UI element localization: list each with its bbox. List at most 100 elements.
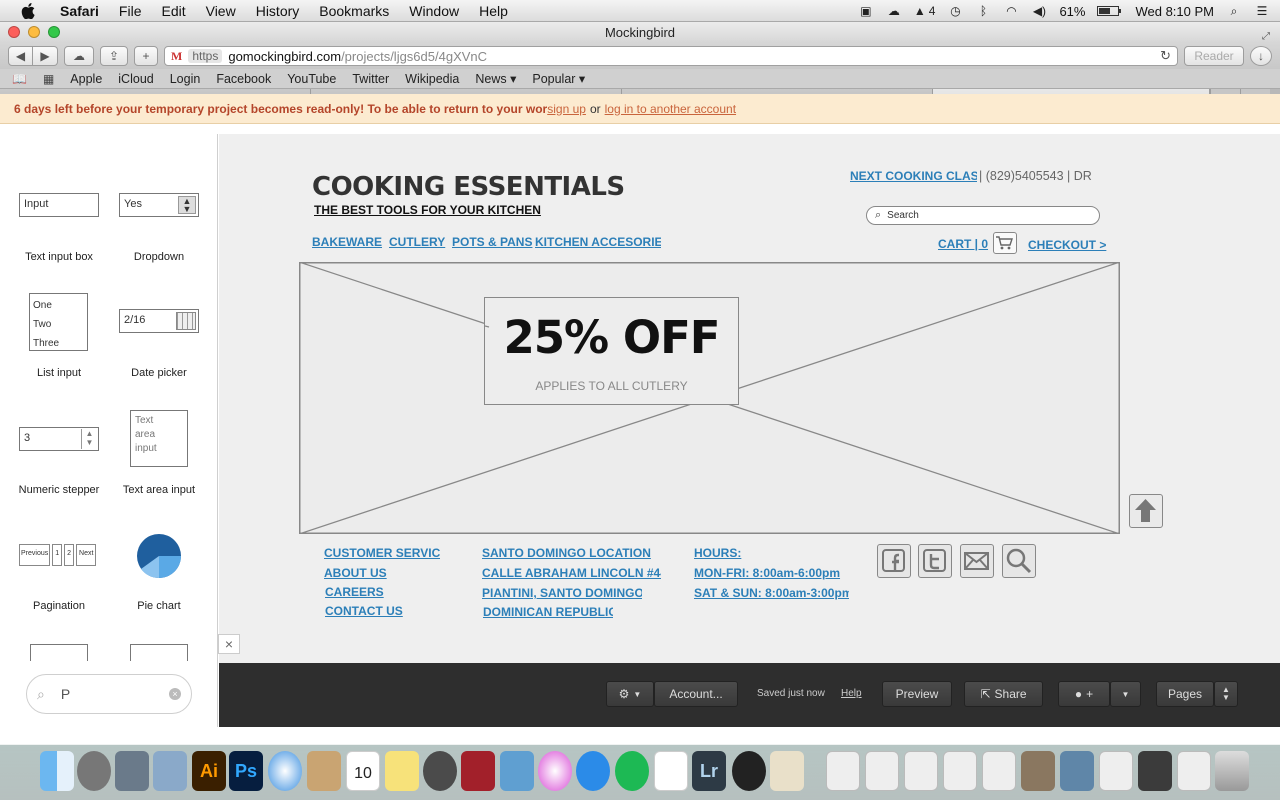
share-button[interactable]: ⇪: [100, 46, 128, 66]
photo-app-icon[interactable]: [461, 751, 495, 791]
footer-location-title[interactable]: SANTO DOMINGO LOCATION: [482, 546, 651, 560]
address-bar[interactable]: M https gomockingbird.com/projects/ljgs6…: [164, 46, 1178, 66]
bookmark-apple[interactable]: Apple: [70, 72, 102, 86]
bluetooth-icon[interactable]: ᛒ: [975, 4, 991, 18]
cart-icon[interactable]: [993, 232, 1017, 254]
minimized-window-10[interactable]: [1177, 751, 1211, 791]
downloads-icon[interactable]: ↓: [1250, 46, 1272, 66]
footer-customer-service[interactable]: CUSTOMER SERVICE: [324, 546, 440, 560]
spotlight-icon[interactable]: ⌕: [1226, 4, 1242, 18]
phone-text[interactable]: | (829)5405543 | DR: [979, 169, 1092, 183]
bookmark-login[interactable]: Login: [170, 72, 201, 86]
dropdown-widget[interactable]: Yes ▲ ▼: [119, 193, 199, 217]
top-sites-icon[interactable]: ▦: [43, 72, 54, 86]
bookmark-youtube[interactable]: YouTube: [287, 72, 336, 86]
settings-menu-button[interactable]: ⚙ ▼: [606, 681, 654, 707]
pie-chart-widget[interactable]: [137, 534, 181, 579]
new-tab-button[interactable]: +: [134, 46, 158, 66]
promo-headline[interactable]: 25% OFF: [484, 311, 739, 364]
fullscreen-icon[interactable]: ⤢: [1260, 26, 1272, 42]
footer-contact-us[interactable]: CONTACT US: [325, 604, 403, 618]
nav-cutlery[interactable]: CUTLERY: [389, 235, 445, 249]
help-link[interactable]: Help: [841, 688, 862, 699]
minimized-window-1[interactable]: [826, 751, 860, 791]
list-input-widget[interactable]: One Two Three: [29, 293, 88, 351]
bookmark-wikipedia[interactable]: Wikipedia: [405, 72, 459, 86]
pages-button[interactable]: Pages: [1156, 681, 1214, 707]
footer-address-line3[interactable]: DOMINICAN REPUBLIC: [483, 605, 613, 619]
menu-safari[interactable]: Safari: [50, 0, 109, 22]
close-window-button[interactable]: [8, 26, 20, 38]
text-input-widget[interactable]: Input: [19, 193, 99, 217]
preview-button[interactable]: Preview: [882, 681, 952, 707]
checkout-link[interactable]: CHECKOUT >: [1028, 238, 1106, 252]
widget-search-box[interactable]: ⌕ P ×: [26, 674, 192, 714]
trash-icon[interactable]: [1215, 751, 1249, 791]
footer-address-line1[interactable]: CALLE ABRAHAM LINCOLN #44: [482, 566, 661, 580]
promo-subtext[interactable]: APPLIES TO ALL CUTLERY: [484, 379, 739, 393]
share-button[interactable]: ⇱ Share: [964, 681, 1043, 707]
clock[interactable]: Wed 8:10 PM: [1135, 4, 1214, 19]
mockup-subtitle[interactable]: THE BEST TOOLS FOR YOUR KITCHEN: [314, 203, 541, 217]
calendar-icon[interactable]: 10: [346, 751, 380, 791]
cloud-status-icon[interactable]: ☁: [886, 4, 902, 18]
forward-button[interactable]: ▶: [33, 46, 58, 66]
menu-help[interactable]: Help: [469, 0, 518, 22]
pagination-widget[interactable]: Previous 1 2 Next: [19, 544, 99, 566]
nav-pots-pans[interactable]: POTS & PANS: [452, 235, 532, 249]
notification-center-icon[interactable]: ☰: [1254, 4, 1270, 18]
clear-search-icon[interactable]: ×: [169, 688, 181, 700]
illustrator-icon[interactable]: Ai: [192, 751, 226, 791]
pages-stepper-icon[interactable]: ▲ ▼: [1214, 681, 1238, 707]
photo-booth-icon[interactable]: [423, 751, 457, 791]
menu-history[interactable]: History: [246, 0, 310, 22]
contacts-icon[interactable]: [307, 751, 341, 791]
close-panel-icon[interactable]: ×: [218, 634, 240, 654]
minimized-window-4[interactable]: [943, 751, 977, 791]
menu-file[interactable]: File: [109, 0, 152, 22]
text-area-widget[interactable]: Text area input: [130, 410, 188, 467]
minimize-window-button[interactable]: [28, 26, 40, 38]
bookmark-news[interactable]: News ▾: [475, 71, 516, 86]
minimized-window-9[interactable]: [1138, 751, 1172, 791]
footer-about-us[interactable]: ABOUT US: [324, 566, 387, 580]
menu-bookmarks[interactable]: Bookmarks: [309, 0, 399, 22]
reading-list-icon[interactable]: 📖: [12, 72, 27, 86]
partial-widget[interactable]: [130, 644, 188, 661]
next-cooking-class-link[interactable]: NEXT COOKING CLASS: [850, 169, 977, 183]
minimized-window-2[interactable]: [865, 751, 899, 791]
finder-icon[interactable]: [40, 751, 74, 791]
sign-up-link[interactable]: sign up: [547, 102, 586, 116]
partial-widget[interactable]: [30, 644, 88, 661]
footer-hours-weekday[interactable]: MON-FRI: 8:00am-6:00pm: [694, 566, 843, 580]
account-button[interactable]: Account...: [654, 681, 738, 707]
battery-icon[interactable]: [1097, 6, 1122, 16]
menu-edit[interactable]: Edit: [151, 0, 195, 22]
spotify-icon[interactable]: [615, 751, 649, 791]
lightroom-icon[interactable]: Lr: [692, 751, 726, 791]
photoshop-icon[interactable]: Ps: [229, 751, 263, 791]
wifi-icon[interactable]: ◠: [1003, 4, 1019, 18]
bookmark-twitter[interactable]: Twitter: [352, 72, 389, 86]
back-button[interactable]: ◀: [8, 46, 33, 66]
apple-menu-icon[interactable]: [18, 2, 38, 19]
footer-careers[interactable]: CAREERS: [325, 585, 384, 599]
menu-view[interactable]: View: [196, 0, 246, 22]
launchpad-icon[interactable]: [77, 751, 111, 791]
bookmark-popular[interactable]: Popular ▾: [532, 71, 585, 86]
minimized-window-7[interactable]: [1060, 751, 1094, 791]
minimized-window-6[interactable]: [1021, 751, 1055, 791]
menu-window[interactable]: Window: [399, 0, 469, 22]
reminders-icon[interactable]: [654, 751, 688, 791]
app-status-icon[interactable]: ▣: [858, 4, 874, 18]
scroll-to-top-button[interactable]: [1129, 494, 1163, 528]
add-comment-button[interactable]: ● +: [1058, 681, 1110, 707]
volume-icon[interactable]: ◀): [1031, 4, 1047, 18]
textedit-icon[interactable]: [770, 751, 804, 791]
minimized-window-5[interactable]: [982, 751, 1016, 791]
preview-app-icon[interactable]: [153, 751, 187, 791]
twitter-icon[interactable]: [918, 544, 952, 578]
adobe-icon[interactable]: ▲ 4: [914, 4, 936, 18]
app-store-icon[interactable]: [576, 751, 610, 791]
zoom-window-button[interactable]: [48, 26, 60, 38]
